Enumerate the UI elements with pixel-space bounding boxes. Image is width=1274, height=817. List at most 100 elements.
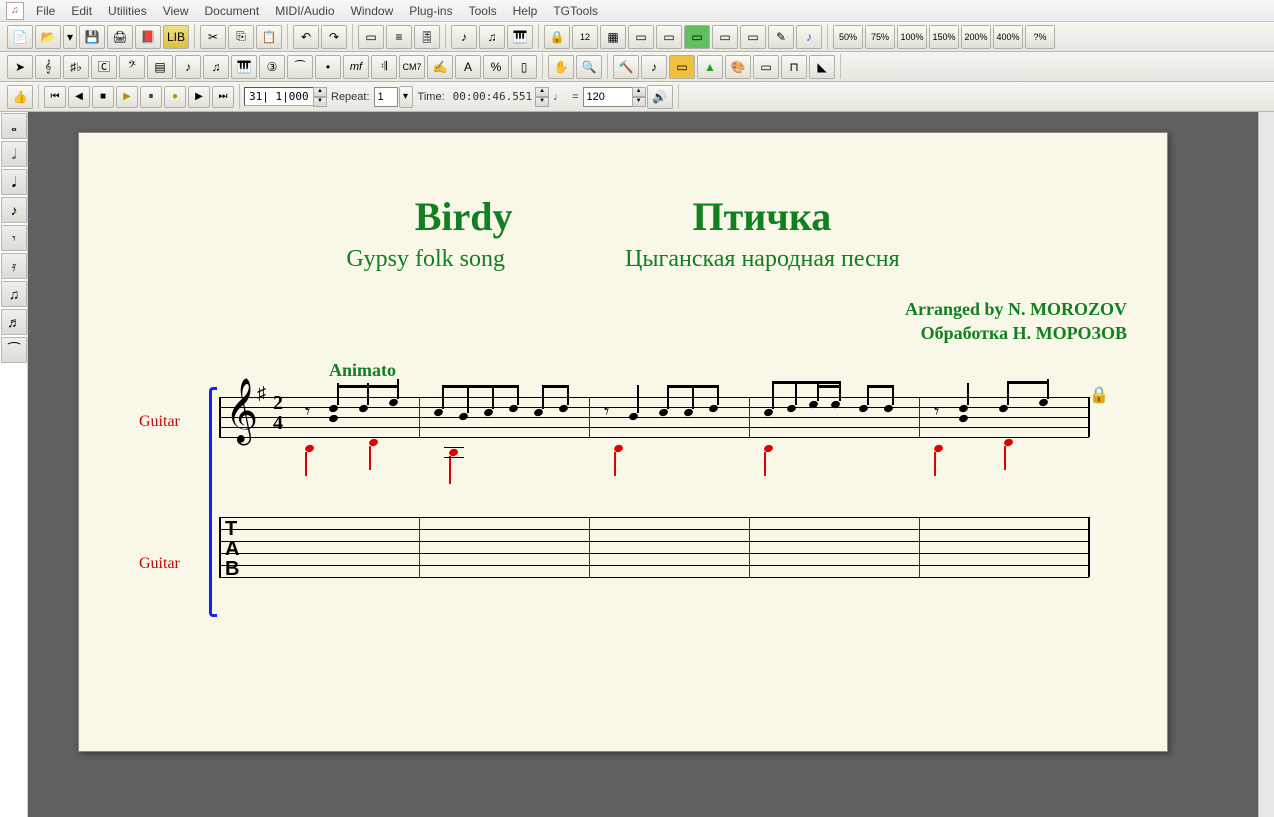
audio-settings-button[interactable]: 🔊 [647, 85, 673, 109]
simple-entry-tool[interactable]: ♪ [175, 55, 201, 79]
selection-tool[interactable]: ➤ [7, 55, 33, 79]
zoom-150[interactable]: 150% [929, 25, 959, 49]
tie-icon[interactable]: ⁀ [1, 337, 27, 363]
special-tool-3[interactable]: ▭ [669, 55, 695, 79]
menu-document[interactable]: Document [197, 2, 268, 20]
zoom-tool[interactable]: 🔍 [576, 55, 602, 79]
studio-view-button[interactable]: 🎚 [414, 25, 440, 49]
repeat-input[interactable] [374, 87, 398, 107]
print-button[interactable]: 🖨 [107, 25, 133, 49]
open-dropdown[interactable]: ▾ [63, 25, 77, 49]
sixteenth-rest-icon[interactable]: 𝄿 [1, 253, 27, 279]
menu-edit[interactable]: Edit [63, 2, 100, 20]
eighth-rest-icon[interactable]: 𝄾 [1, 225, 27, 251]
tool-e[interactable]: ▭ [656, 25, 682, 49]
counter-spinner[interactable]: ▲▼ [313, 87, 327, 107]
tool-j[interactable]: ♪ [796, 25, 822, 49]
tool-b[interactable]: ♫ [479, 25, 505, 49]
step-fwd-button[interactable]: ▶ [188, 86, 210, 108]
staff-tool[interactable]: 𝄞 [35, 55, 61, 79]
stop-button[interactable]: ■ [92, 86, 114, 108]
quarter-note-icon[interactable]: 𝅘𝅥 [1, 169, 27, 195]
lyrics-tool[interactable]: ✍ [427, 55, 453, 79]
whole-note-icon[interactable]: 𝅝 [1, 113, 27, 139]
zoom-custom[interactable]: ?% [1025, 25, 1055, 49]
tuplet-icon[interactable]: ♬ [1, 309, 27, 335]
measure-counter[interactable] [244, 87, 314, 106]
special-tool-5[interactable]: 🎨 [725, 55, 751, 79]
pause-button[interactable]: ⏸ [140, 86, 162, 108]
chord-tool[interactable]: CM7 [399, 55, 425, 79]
book-button[interactable]: 📕 [135, 25, 161, 49]
library-button[interactable]: LIB [163, 25, 189, 49]
notation-staff[interactable]: 𝄞 ♯ 2 4 🔒 𝄾 [219, 387, 1089, 447]
zoom-400[interactable]: 400% [993, 25, 1023, 49]
expression-tool[interactable]: mf [343, 55, 369, 79]
thumbs-up-button[interactable]: 👍 [7, 85, 33, 109]
record-button[interactable]: ● [164, 86, 186, 108]
smart-shape-tool[interactable]: ⁀ [287, 55, 313, 79]
special-tool-2[interactable]: ♪ [641, 55, 667, 79]
paste-button[interactable]: 📋 [256, 25, 282, 49]
menu-file[interactable]: File [28, 2, 63, 20]
menu-midi-audio[interactable]: MIDI/Audio [267, 2, 342, 20]
tool-g[interactable]: ▭ [712, 25, 738, 49]
tool-h[interactable]: ▭ [740, 25, 766, 49]
menu-tgtools[interactable]: TGTools [545, 2, 606, 20]
staff-lock-icon[interactable]: 🔒 [1089, 385, 1109, 405]
special-tool-6[interactable]: ▭ [753, 55, 779, 79]
tuplet-tool[interactable]: ③ [259, 55, 285, 79]
save-button[interactable]: 💾 [79, 25, 105, 49]
tempo-input[interactable] [583, 87, 633, 107]
special-tool-7[interactable]: ⊓ [781, 55, 807, 79]
time-spinner[interactable]: ▲▼ [535, 87, 549, 107]
resize-tool[interactable]: % [483, 55, 509, 79]
hyperscribe-tool[interactable]: 🎹 [231, 55, 257, 79]
tempo-spinner[interactable]: ▲▼ [632, 87, 646, 107]
layout-button[interactable]: ▦ [600, 25, 626, 49]
page-layout-tool[interactable]: ▯ [511, 55, 537, 79]
measure-tool[interactable]: ▤ [147, 55, 173, 79]
clef-tool[interactable]: 𝄢 [119, 55, 145, 79]
beam-icon[interactable]: ♫ [1, 281, 27, 307]
new-file-button[interactable]: 📄 [7, 25, 33, 49]
menu-plugins[interactable]: Plug-ins [401, 2, 460, 20]
repeat-tool[interactable]: 𝄇 [371, 55, 397, 79]
zoom-75[interactable]: 75% [865, 25, 895, 49]
step-back-button[interactable]: ◀ [68, 86, 90, 108]
speedy-entry-tool[interactable]: ♫ [203, 55, 229, 79]
menu-utilities[interactable]: Utilities [100, 2, 155, 20]
tab-staff[interactable]: T A B [219, 517, 1089, 589]
tool-d[interactable]: ▭ [628, 25, 654, 49]
articulation-tool[interactable]: • [315, 55, 341, 79]
time-tool[interactable]: 🄲 [91, 55, 117, 79]
tool-f[interactable]: ▭ [684, 25, 710, 49]
scroll-view-button[interactable]: ≡ [386, 25, 412, 49]
special-tool-8[interactable]: ◣ [809, 55, 835, 79]
special-tool-4[interactable]: ▲ [697, 55, 723, 79]
document-viewport[interactable]: Birdy Птичка Gypsy folk song Цыганская н… [28, 112, 1274, 817]
rewind-button[interactable]: ⏮ [44, 86, 66, 108]
repeat-dropdown[interactable]: ▾ [399, 86, 413, 108]
text-tool[interactable]: A [455, 55, 481, 79]
undo-button[interactable]: ↶ [293, 25, 319, 49]
menu-view[interactable]: View [155, 2, 197, 20]
half-note-icon[interactable]: 𝅗𝅥 [1, 141, 27, 167]
tool-i[interactable]: ✎ [768, 25, 794, 49]
measure-num-button[interactable]: 12 [572, 25, 598, 49]
redo-button[interactable]: ↷ [321, 25, 347, 49]
zoom-50[interactable]: 50% [833, 25, 863, 49]
menu-window[interactable]: Window [343, 2, 402, 20]
hand-grabber-tool[interactable]: ✋ [548, 55, 574, 79]
vertical-scrollbar[interactable] [1258, 112, 1274, 817]
open-file-button[interactable]: 📂 [35, 25, 61, 49]
zoom-200[interactable]: 200% [961, 25, 991, 49]
cut-button[interactable]: ✂ [200, 25, 226, 49]
tool-a[interactable]: ♪ [451, 25, 477, 49]
menu-help[interactable]: Help [505, 2, 546, 20]
special-tool-1[interactable]: 🔨 [613, 55, 639, 79]
eighth-note-icon[interactable]: ♪ [1, 197, 27, 223]
zoom-100[interactable]: 100% [897, 25, 927, 49]
tool-c[interactable]: 🎹 [507, 25, 533, 49]
page-view-button[interactable]: ▭ [358, 25, 384, 49]
